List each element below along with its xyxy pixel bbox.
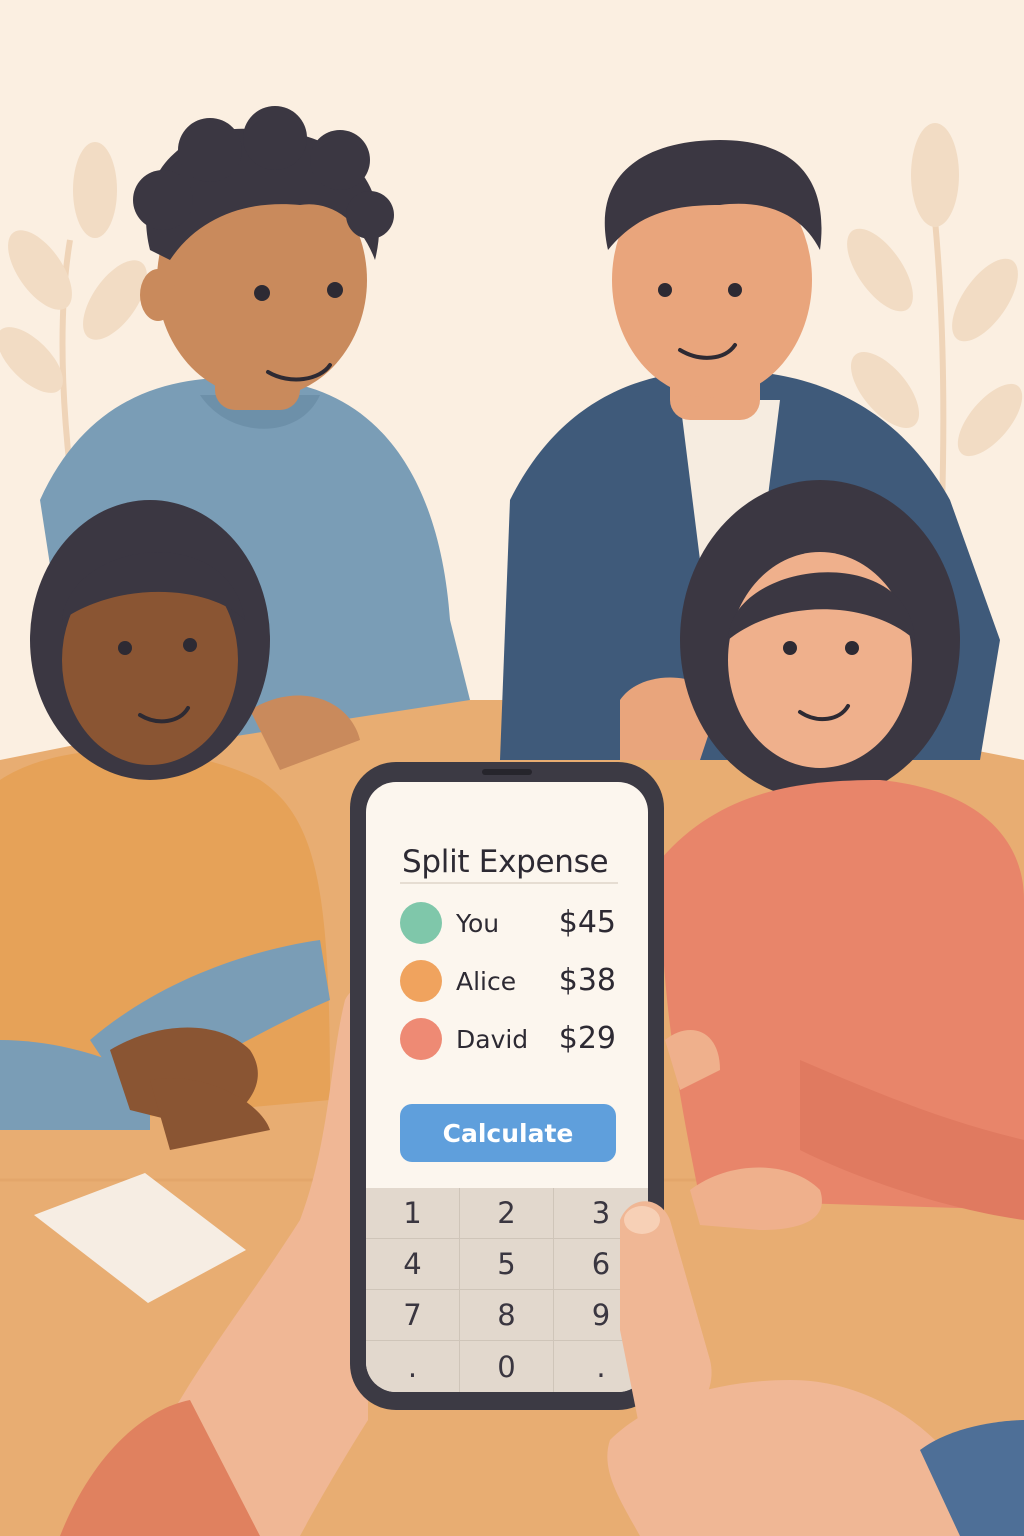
key-7[interactable]: 7 (366, 1290, 460, 1341)
key-0[interactable]: 0 (460, 1341, 554, 1392)
pointing-finger (620, 1201, 712, 1432)
title-divider (400, 882, 618, 884)
participant-row-you[interactable]: You $45 (400, 900, 616, 944)
participant-amount: $45 (558, 905, 616, 940)
participant-amount: $29 (558, 1021, 616, 1056)
participant-amount: $38 (558, 963, 616, 998)
avatar-dot-you (400, 902, 442, 944)
participant-row-alice[interactable]: Alice $38 (400, 958, 616, 1002)
participant-name: You (456, 909, 500, 938)
phone-speaker (482, 769, 532, 775)
participant-name: Alice (456, 967, 517, 996)
key-4[interactable]: 4 (366, 1239, 460, 1290)
calculate-button[interactable]: Calculate (400, 1104, 616, 1162)
avatar-dot-david (400, 1018, 442, 1060)
key-2[interactable]: 2 (460, 1188, 554, 1239)
participant-row-david[interactable]: David $29 (400, 1016, 616, 1060)
key-decimal-left[interactable]: . (366, 1341, 460, 1392)
key-5[interactable]: 5 (460, 1239, 554, 1290)
avatar-dot-alice (400, 960, 442, 1002)
key-1[interactable]: 1 (366, 1188, 460, 1239)
participant-name: David (456, 1025, 529, 1054)
screen-title: Split Expense (402, 844, 609, 880)
key-8[interactable]: 8 (460, 1290, 554, 1341)
